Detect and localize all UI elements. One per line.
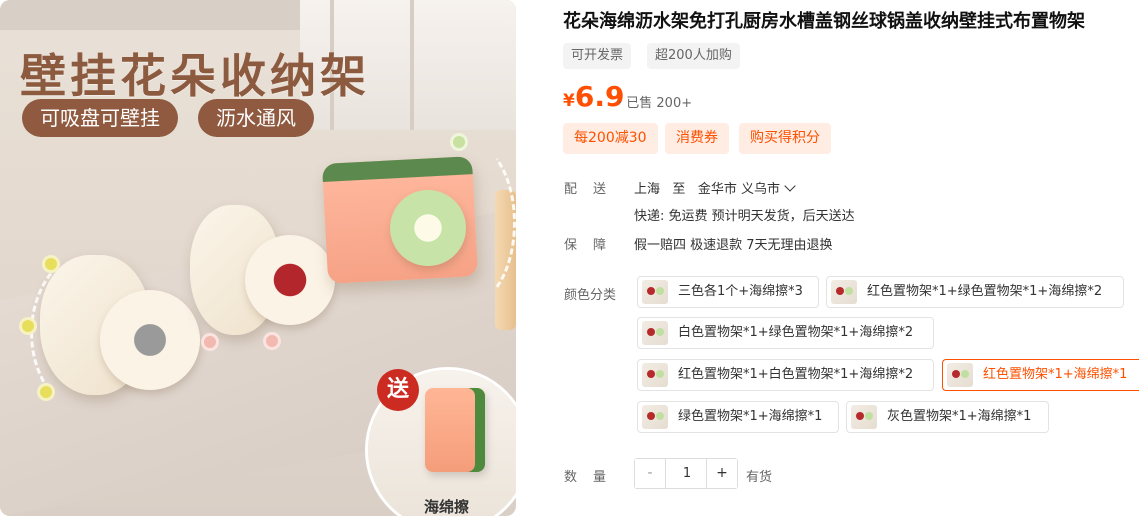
flower-decor-icon <box>22 320 34 332</box>
quantity-input[interactable] <box>666 459 708 488</box>
variant-option-label: 白色置物架*1+绿色置物架*1+海绵擦*2 <box>678 325 914 340</box>
variant-option[interactable]: 灰色置物架*1+海绵擦*1 <box>846 401 1049 433</box>
flower-decor-icon <box>453 136 465 148</box>
promo-points[interactable]: 购买得积分 <box>739 123 831 154</box>
variant-thumbnail <box>851 405 877 429</box>
variant-thumbnail <box>947 363 973 387</box>
variant-option[interactable]: 红色置物架*1+白色置物架*1+海绵擦*2 <box>637 359 934 391</box>
quantity-decrease-button[interactable]: - <box>635 459 666 488</box>
variant-thumbnail <box>831 280 857 304</box>
delivery-to-word: 至 <box>672 182 686 197</box>
variant-option[interactable]: 绿色置物架*1+海绵擦*1 <box>637 401 839 433</box>
variant-option-label: 红色置物架*1+绿色置物架*1+海绵擦*2 <box>867 284 1103 299</box>
chevron-down-icon[interactable] <box>784 180 796 192</box>
image-feature-pill-drain: 沥水通风 <box>198 99 314 137</box>
flower-decor-icon <box>45 258 57 270</box>
guarantee-text: 假一赔四 极速退款 7天无理由退换 <box>634 238 833 253</box>
flower-decor-icon <box>204 336 216 348</box>
variant-thumbnail <box>642 363 668 387</box>
quantity-increase-button[interactable]: + <box>706 459 737 488</box>
image-feature-pill-suction: 可吸盘可壁挂 <box>22 99 178 137</box>
shipping-info: 快递: 免运费 预计明天发货，后天送达 <box>634 209 855 224</box>
gift-badge: 送 <box>377 369 419 411</box>
variant-option-selected[interactable]: 红色置物架*1+海绵擦*1 <box>942 359 1139 391</box>
flower-cap-gray <box>100 290 200 390</box>
image-headline: 壁挂花朵收纳架 <box>20 49 370 103</box>
delivery-route: 上海 至 金华市 义乌市 <box>634 178 796 197</box>
variant-option[interactable]: 三色各1个+海绵擦*3 <box>637 276 819 308</box>
flower-cap-red <box>245 235 335 325</box>
variant-option[interactable]: 红色置物架*1+绿色置物架*1+海绵擦*2 <box>826 276 1124 308</box>
gift-sponge-image <box>425 388 485 472</box>
promo-coupon[interactable]: 消费券 <box>665 123 729 154</box>
quantity-stepper[interactable]: - + <box>634 458 738 489</box>
variant-option-label: 红色置物架*1+白色置物架*1+海绵擦*2 <box>678 367 914 382</box>
delivery-from: 上海 <box>634 182 661 197</box>
variant-thumbnail <box>642 280 668 304</box>
sold-count: · 已售 200+ <box>618 96 693 111</box>
variant-option-label: 三色各1个+海绵擦*3 <box>678 284 803 299</box>
price-value: 6.9 <box>574 80 625 113</box>
delivery-destination[interactable]: 金华市 义乌市 <box>698 182 780 197</box>
price: ¥6.9 <box>563 80 624 113</box>
delivery-destination-select[interactable]: 金华市 义乌市 <box>698 180 796 197</box>
variant-option-label: 绿色置物架*1+海绵擦*1 <box>678 409 823 424</box>
product-main-image[interactable]: 壁挂花朵收纳架 可吸盘可壁挂 沥水通风 送 海绵擦 <box>0 0 516 516</box>
price-currency: ¥ <box>563 91 575 111</box>
promo-discount[interactable]: 每200减30 <box>563 123 658 154</box>
tag-cart-count: 超200人加购 <box>647 43 740 69</box>
variant-label: 颜色分类 <box>564 288 617 303</box>
variant-option[interactable]: 白色置物架*1+绿色置物架*1+海绵擦*2 <box>637 317 934 349</box>
stock-status: 有货 <box>746 470 773 485</box>
guarantee-label: 保障 <box>564 238 623 253</box>
flower-cap-green <box>390 190 466 266</box>
variant-thumbnail <box>642 405 668 429</box>
gift-label: 海绵擦 <box>424 498 470 516</box>
flower-decor-icon <box>266 335 278 347</box>
variant-option-label: 红色置物架*1+海绵擦*1 <box>983 367 1128 382</box>
tag-invoice: 可开发票 <box>563 43 632 69</box>
product-title: 花朵海绵沥水架免打孔厨房水槽盖钢丝球锅盖收纳壁挂式布置物架 <box>563 11 1085 32</box>
variant-option-label: 灰色置物架*1+海绵擦*1 <box>887 409 1032 424</box>
variant-thumbnail <box>642 321 668 345</box>
delivery-label: 配送 <box>564 182 623 197</box>
flower-decor-icon <box>40 386 52 398</box>
quantity-label: 数量 <box>564 470 623 485</box>
